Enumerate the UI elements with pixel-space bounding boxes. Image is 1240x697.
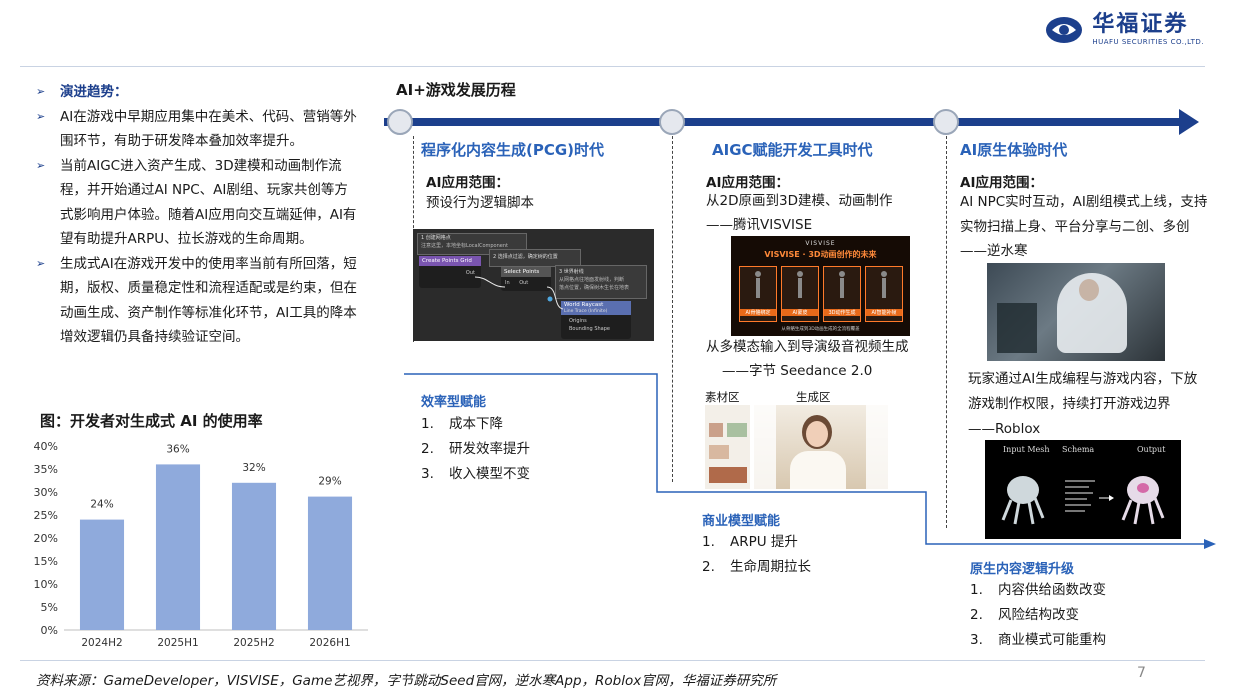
scope-text: 预设行为逻辑脚本 bbox=[426, 195, 534, 211]
page-number: 7 bbox=[1137, 665, 1146, 681]
roblox-mesh-figure: Input Mesh Schema Output bbox=[985, 440, 1181, 539]
data-label: 36% bbox=[166, 443, 189, 455]
era-value-list: 1. ARPU 提升 2. 生命周期拉长 bbox=[702, 530, 811, 580]
arrow-icon: ➢ bbox=[36, 256, 46, 270]
list-item: 1. 成本下降 bbox=[421, 416, 503, 432]
brand-name-en: HUAFU SECURITIES CO.,LTD. bbox=[1092, 38, 1204, 46]
arrow-icon: ➢ bbox=[36, 109, 46, 123]
chart-title: 图：开发者对生成式 AI 的使用率 bbox=[40, 412, 263, 430]
timeline-node bbox=[387, 109, 413, 135]
y-tick-label: 30% bbox=[34, 486, 58, 499]
era-value-title: 原生内容逻辑升级 bbox=[970, 562, 1075, 577]
era-title-pcg: 程序化内容生成(PCG)时代 bbox=[421, 141, 605, 159]
list-item: 1. ARPU 提升 bbox=[702, 534, 798, 550]
bar-2025H1 bbox=[155, 464, 201, 630]
timeline-node bbox=[933, 109, 959, 135]
scope-label: AI应用范围： bbox=[960, 175, 1043, 191]
bar-2026H1 bbox=[307, 496, 353, 630]
y-tick-label: 0% bbox=[41, 624, 58, 637]
y-tick-label: 15% bbox=[34, 555, 58, 568]
scope-text-2: 玩家通过AI生成编程与游戏内容，下放 游戏制作权限，持续打开游戏边界 ——Rob… bbox=[968, 371, 1198, 437]
bullet-item: ➢ 演进趋势： bbox=[36, 80, 361, 105]
x-tick-label: 2026H1 bbox=[309, 637, 350, 649]
era-title-aigc: AIGC赋能开发工具时代 bbox=[712, 141, 873, 159]
material-panel-label: 素材区 bbox=[705, 390, 740, 404]
timeline-node bbox=[659, 109, 685, 135]
y-tick-label: 5% bbox=[41, 601, 58, 614]
y-tick-label: 25% bbox=[34, 509, 58, 522]
y-tick-label: 10% bbox=[34, 578, 58, 591]
x-tick-label: 2025H1 bbox=[157, 637, 198, 649]
era-value-list: 1. 内容供给函数改变 2. 风险结构改变 3. 商业模式可能重构 bbox=[970, 578, 1106, 653]
list-item: 1. 内容供给函数改变 bbox=[970, 582, 1106, 598]
timeline-title: AI+游戏发展历程 bbox=[396, 81, 516, 99]
bar-2024H2 bbox=[79, 519, 125, 630]
list-item: 3. 收入模型不变 bbox=[421, 466, 530, 482]
nishuihan-game-image bbox=[987, 263, 1165, 361]
data-label: 29% bbox=[318, 476, 341, 488]
era-value-title: 效率型赋能 bbox=[421, 395, 487, 410]
scope-text-2: 从多模态输入到导演级音视频生成 ——字节 Seedance 2.0 bbox=[706, 339, 909, 379]
bullet-item: ➢ 生成式AI在游戏开发中的使用率当前有所回落，短期，版权、质量稳定性和流程适配或… bbox=[36, 252, 361, 350]
era-title-ai-native: AI原生体验时代 bbox=[960, 141, 1068, 159]
source-note: 资料来源：GameDeveloper，VISVISE，Game艺视界，字节跳动S… bbox=[36, 673, 777, 689]
list-item: 2. 生命周期拉长 bbox=[702, 559, 811, 575]
list-item: 3. 商业模式可能重构 bbox=[970, 632, 1106, 648]
output-panel-label: 生成区 bbox=[796, 390, 831, 404]
list-item: 2. 风险结构改变 bbox=[970, 607, 1079, 623]
trend-bullets: ➢ 演进趋势： ➢ AI在游戏中早期应用集中在美术、代码、营销等外围环节，有助于研发… bbox=[36, 80, 361, 350]
y-tick-label: 20% bbox=[34, 532, 58, 545]
arrow-icon: ➢ bbox=[36, 85, 46, 98]
x-tick-label: 2025H2 bbox=[233, 637, 274, 649]
timeline-arrow bbox=[384, 109, 1199, 135]
brand-logo: 华福证券 HUAFU SECURITIES CO.,LTD. bbox=[1044, 14, 1204, 46]
seedance-material-image bbox=[705, 405, 750, 489]
scope-text: AI NPC实时互动，AI剧组模式上线，支持 实物扫描上身、平台分享与二创、多创… bbox=[960, 194, 1208, 259]
usage-bar-chart: 0% 5% 10% 15% 20% 25% 30% 35% 40% 24% 2024H2 36% 202… bbox=[34, 440, 368, 649]
y-tick-label: 40% bbox=[34, 440, 58, 453]
footer-divider bbox=[20, 660, 1205, 661]
list-item: 2. 研发效率提升 bbox=[421, 441, 530, 457]
bar-2025H2 bbox=[231, 482, 277, 630]
scope-text: 从2D原画到3D建模、动画制作 ——腾讯VISVISE bbox=[706, 193, 893, 233]
scope-label: AI应用范围： bbox=[426, 175, 509, 191]
pcg-blueprint-image: 1 创建网格点 注意这里，本地坐标LocalComponent Create P… bbox=[413, 229, 654, 341]
arrow-icon: ➢ bbox=[36, 158, 46, 172]
x-tick-label: 2024H2 bbox=[81, 637, 122, 649]
data-label: 32% bbox=[242, 462, 265, 474]
header-divider bbox=[20, 66, 1205, 67]
era-value-list: 1. 成本下降 2. 研发效率提升 3. 收入模型不变 bbox=[421, 412, 530, 487]
era-value-title: 商业模型赋能 bbox=[702, 514, 781, 529]
visvise-promo-image: VISVISE VISVISE · 3D动画创作的未来 AI骨骼绑定 AI蒙皮 … bbox=[731, 236, 910, 336]
huafu-logo-icon bbox=[1046, 17, 1083, 43]
bullet-item: ➢ 当前AIGC进入资产生成、3D建模和动画制作流程，并开始通过AI NPC、AI… bbox=[36, 154, 361, 252]
data-label: 24% bbox=[90, 499, 113, 511]
brand-name: 华福证券 bbox=[1092, 12, 1189, 37]
scope-label: AI应用范围： bbox=[706, 175, 789, 191]
seedance-output-image bbox=[754, 405, 888, 489]
bullet-item: ➢ AI在游戏中早期应用集中在美术、代码、营销等外围环节，有助于研发降本叠加效率提… bbox=[36, 105, 361, 154]
y-tick-label: 35% bbox=[34, 463, 58, 476]
